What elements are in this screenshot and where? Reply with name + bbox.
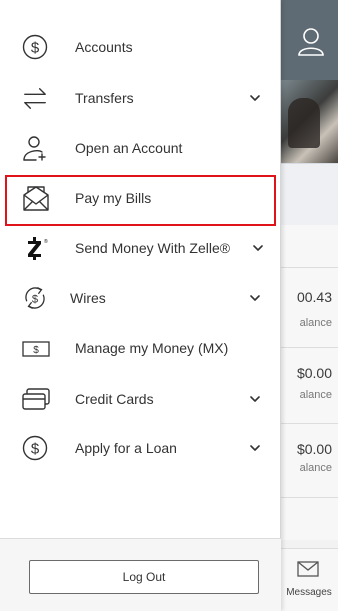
account-balance[interactable]: 00.43 bbox=[280, 289, 338, 305]
chevron-down-icon[interactable] bbox=[249, 444, 261, 452]
svg-text:$: $ bbox=[31, 441, 40, 458]
account-list: 00.43 alance $0.00 alance $0.00 alance bbox=[280, 225, 338, 540]
menu-label: Manage my Money (MX) bbox=[75, 340, 229, 356]
menu-label: Open an Account bbox=[75, 140, 183, 156]
transfer-arrows-icon bbox=[24, 88, 46, 109]
account-balance-label: alance bbox=[299, 389, 332, 401]
background-app: 00.43 alance $0.00 alance $0.00 alance M… bbox=[280, 0, 338, 611]
row-divider bbox=[280, 347, 338, 348]
menu-item-open-account[interactable]: Open an Account bbox=[0, 124, 281, 172]
credit-card-icon bbox=[22, 388, 50, 410]
messages-label: Messages bbox=[286, 587, 332, 598]
chevron-down-icon[interactable] bbox=[249, 395, 261, 403]
account-balance-label: alance bbox=[299, 462, 332, 474]
user-profile-icon[interactable] bbox=[297, 26, 325, 56]
menu-item-transfers[interactable]: Transfers bbox=[0, 74, 281, 122]
menu-label: Apply for a Loan bbox=[75, 440, 177, 456]
drawer-footer: Log Out bbox=[0, 538, 281, 611]
account-balance[interactable]: $0.00 bbox=[280, 441, 338, 457]
account-balance[interactable]: $0.00 bbox=[280, 365, 338, 381]
chevron-down-icon[interactable] bbox=[249, 294, 261, 302]
menu-label: Wires bbox=[70, 290, 106, 306]
envelope-icon bbox=[297, 561, 319, 577]
menu-item-wires[interactable]: $ Wires bbox=[0, 274, 281, 322]
chevron-down-icon[interactable] bbox=[249, 94, 261, 102]
svg-text:$: $ bbox=[31, 40, 40, 57]
add-user-icon bbox=[23, 136, 46, 161]
banner-image bbox=[280, 80, 338, 163]
menu-item-accounts[interactable]: $ Accounts bbox=[0, 23, 281, 71]
svg-text:®: ® bbox=[44, 238, 48, 245]
selected-item-highlight bbox=[5, 175, 276, 226]
messages-tab[interactable]: Messages bbox=[280, 548, 338, 611]
svg-text:$: $ bbox=[33, 345, 39, 356]
menu-label: Send Money With Zelle® bbox=[75, 240, 231, 256]
account-balance-label: alance bbox=[299, 317, 332, 329]
row-divider bbox=[280, 497, 338, 498]
dollar-circle-icon: $ bbox=[22, 435, 48, 461]
chevron-down-icon[interactable] bbox=[252, 244, 264, 252]
logout-button[interactable]: Log Out bbox=[29, 560, 259, 594]
money-bill-icon: $ bbox=[22, 341, 50, 357]
menu-item-zelle[interactable]: ® Send Money With Zelle® bbox=[0, 224, 281, 272]
menu-item-credit-cards[interactable]: Credit Cards bbox=[0, 375, 281, 423]
dollar-circle-icon: $ bbox=[22, 34, 48, 60]
menu-item-manage-money[interactable]: $ Manage my Money (MX) bbox=[0, 324, 281, 372]
menu-item-apply-loan[interactable]: $ Apply for a Loan bbox=[0, 424, 281, 472]
side-drawer-menu: $ Accounts Transfers Open an Account Pay… bbox=[0, 0, 281, 611]
zelle-icon: ® bbox=[28, 237, 48, 260]
row-divider bbox=[280, 423, 338, 424]
wire-cycle-icon: $ bbox=[25, 287, 45, 309]
menu-label: Transfers bbox=[75, 90, 134, 106]
svg-text:$: $ bbox=[32, 294, 39, 306]
account-section-header bbox=[280, 163, 338, 225]
menu-label: Accounts bbox=[75, 39, 133, 55]
row-divider bbox=[280, 267, 338, 268]
app-header bbox=[280, 0, 338, 80]
menu-label: Credit Cards bbox=[75, 391, 154, 407]
